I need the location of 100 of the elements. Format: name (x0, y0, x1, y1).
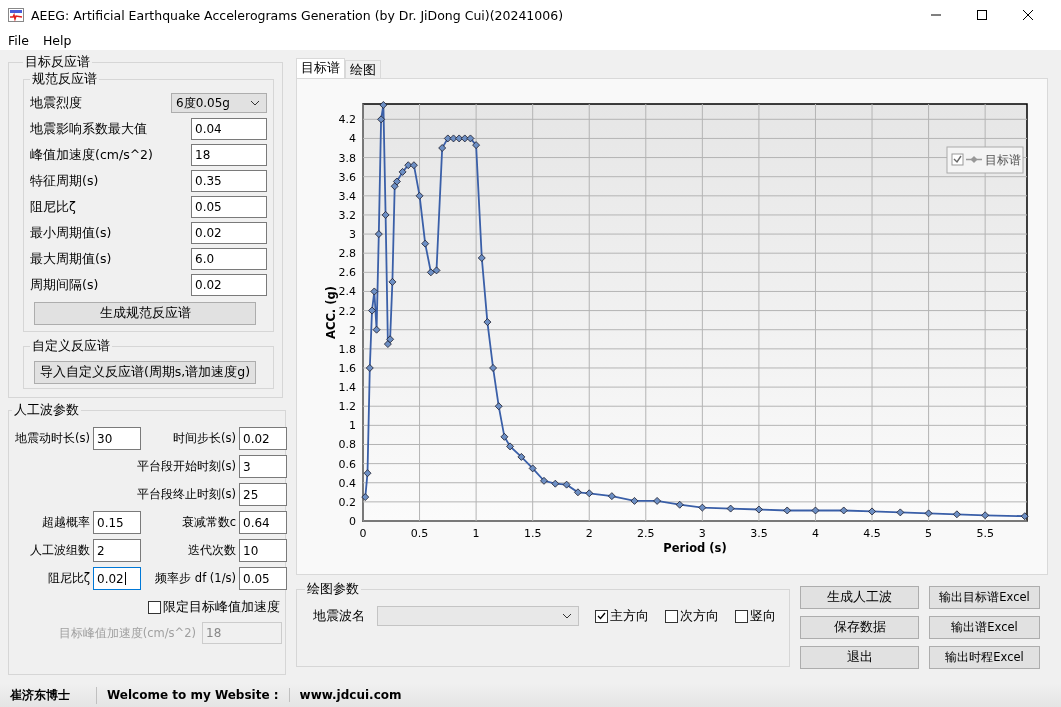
group-title: 自定义反应谱 (31, 338, 111, 355)
input-field[interactable]: 30 (93, 427, 141, 450)
axis-title: Period (s) (663, 541, 727, 555)
tick-label: 4 (811, 527, 819, 540)
field-label: 人工波组数 (29, 543, 90, 558)
tick-label: 0.6 (338, 457, 356, 471)
tick-label: 2.6 (338, 266, 356, 280)
field-label: 平台段终止时刻(s) (136, 487, 236, 502)
checkbox-label[interactable]: 次方向 (680, 607, 719, 625)
checkbox-label[interactable]: 主方向 (610, 607, 649, 625)
tick-label: 1.4 (338, 381, 356, 395)
field-label: 目标峰值加速度(cm/s^2) (58, 625, 196, 641)
field-label: 时间步长(s) (172, 431, 236, 446)
field-label: 地震动时长(s) (14, 431, 90, 446)
tick-label: 2 (349, 323, 356, 337)
menu-item[interactable]: File (8, 32, 29, 48)
input-field[interactable]: 0.02 (191, 222, 267, 244)
tick-label: 2.8 (338, 247, 356, 261)
checkbox-label[interactable]: 竖向 (750, 607, 776, 625)
input-field[interactable]: 0.05 (239, 567, 287, 590)
legend-label: 目标谱 (985, 153, 1021, 167)
field-label: 峰值加速度(cm/s^2) (30, 146, 153, 164)
tick-label: 5 (925, 527, 933, 540)
field-label: 地震影响系数最大值 (30, 120, 147, 138)
field-label: 平台段开始时刻(s) (136, 459, 236, 474)
tab[interactable]: 绘图 (345, 60, 381, 78)
menu-item[interactable]: Help (42, 32, 72, 48)
field-label: 最大周期值(s) (30, 250, 112, 268)
field-label: 周期间隔(s) (30, 276, 99, 294)
action-button[interactable]: 保存数据 (800, 616, 919, 639)
field-label: 超越概率 (41, 515, 90, 530)
group-title: 规范反应谱 (31, 71, 98, 88)
window-title: AEEG: Artificial Earthquake Accelerograms Generation (by Dr. JiDong Cui)(20241006) (31, 7, 565, 23)
tick-label: 0.2 (338, 495, 356, 509)
tick-label: 4 (349, 132, 356, 146)
field-label: 最小周期值(s) (30, 224, 112, 242)
input-field[interactable]: 0.64 (239, 511, 287, 534)
tick-label: 1.6 (338, 361, 356, 375)
tick-label: 3.4 (338, 189, 356, 203)
tick-label: 2.2 (338, 304, 356, 318)
tab[interactable]: 目标谱 (296, 58, 345, 78)
tick-label: 3.2 (338, 208, 356, 222)
input-field[interactable]: 10 (239, 539, 287, 562)
tick-label: 5.5 (976, 527, 994, 540)
field-label: 阻尼比ζ (46, 571, 90, 586)
action-button[interactable]: 输出目标谱Excel (929, 586, 1040, 609)
tick-label: 1 (472, 527, 480, 540)
field-label: 阻尼比ζ (30, 198, 76, 216)
tick-label: 1.8 (338, 342, 356, 356)
checkbox-label[interactable]: 限定目标峰值加速度 (163, 599, 280, 616)
input-field[interactable]: 2 (93, 539, 141, 562)
tick-label: 0 (359, 527, 367, 540)
input-field[interactable]: 18 (191, 144, 267, 166)
tick-label: 1.5 (523, 527, 542, 540)
tick-label: 1.2 (338, 400, 356, 414)
action-button[interactable]: 退出 (800, 646, 919, 669)
input-field[interactable]: 0.02 (239, 427, 287, 450)
field-label: 迭代次数 (187, 543, 236, 558)
tick-label: 0 (349, 515, 356, 528)
tick-label: 2 (585, 527, 593, 540)
tick-label: 3 (698, 527, 706, 540)
input-field[interactable]: 0.15 (93, 511, 141, 534)
field-label: 特征周期(s) (30, 172, 99, 190)
field-label: 地震烈度 (30, 94, 82, 112)
axis-title: ACC. (g) (324, 286, 338, 339)
tick-label: 2.5 (637, 527, 655, 540)
input-field[interactable]: 6.0 (191, 248, 267, 270)
input-field[interactable]: 0.02 (93, 567, 141, 590)
group-title: 目标反应谱 (24, 54, 91, 71)
tick-label: 3 (349, 228, 356, 242)
tick-label: 3.8 (338, 151, 356, 165)
input-field[interactable]: 0.35 (191, 170, 267, 192)
action-button[interactable]: 输出时程Excel (929, 646, 1040, 669)
tick-label: 1 (349, 419, 356, 433)
group-title: 绘图参数 (306, 581, 360, 598)
website-link[interactable]: www.jdcui.com (289, 688, 412, 702)
field-label: 地震波名 (313, 607, 365, 625)
group-title: 人工波参数 (13, 402, 80, 419)
tick-label: 4.5 (863, 527, 881, 540)
input-field[interactable]: 0.04 (191, 118, 267, 140)
tick-label: 4.2 (338, 113, 356, 127)
field-label: 频率步 df (1/s) (154, 571, 236, 586)
action-button[interactable]: 生成人工波 (800, 586, 919, 609)
tick-label: 0.5 (410, 527, 429, 540)
tick-label: 3.6 (338, 170, 356, 184)
status-text: 崔济东博士 (0, 686, 97, 704)
input-field[interactable]: 25 (239, 483, 287, 506)
input-field[interactable]: 0.02 (191, 274, 267, 296)
tick-label: 0.8 (338, 438, 356, 452)
field-label: 衰减常数c (180, 515, 236, 530)
tick-label: 3.5 (750, 527, 768, 540)
input-field[interactable]: 0.05 (191, 196, 267, 218)
generate-spectrum-button[interactable]: 生成规范反应谱 (34, 302, 256, 325)
tick-label: 2.4 (338, 285, 356, 299)
input-field[interactable]: 3 (239, 455, 287, 478)
tick-label: 0.4 (338, 476, 356, 490)
action-button[interactable]: 输出谱Excel (929, 616, 1040, 639)
import-spectrum-button[interactable]: 导入自定义反应谱(周期s,谱加速度g) (34, 361, 256, 384)
status-text: Welcome to my Website : (97, 688, 290, 702)
intensity-dropdown[interactable]: 6度0.05g (171, 93, 267, 113)
